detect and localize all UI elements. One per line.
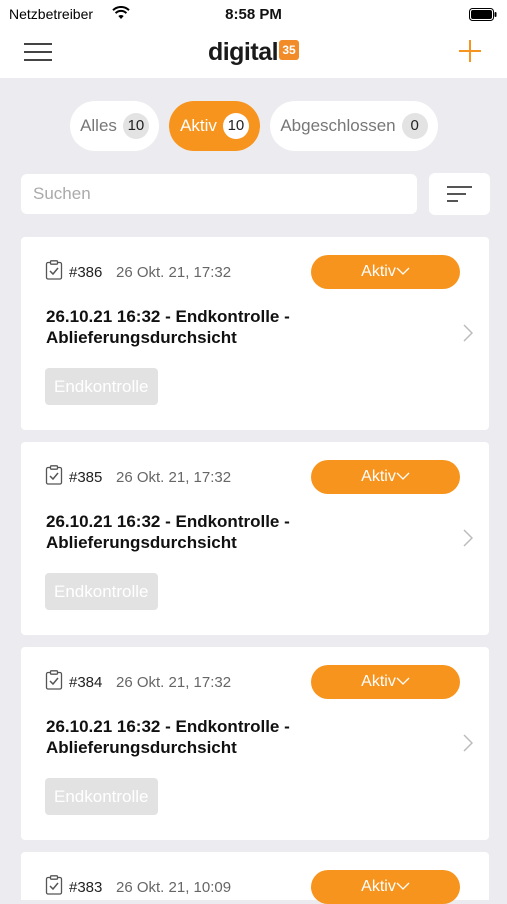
- sort-icon: [447, 186, 472, 202]
- item-number: #385: [69, 469, 103, 486]
- clipboard-check-icon: [45, 465, 63, 490]
- chevron-down-icon: [396, 878, 410, 895]
- list-item[interactable]: #386 26 Okt. 21, 17:32 Aktiv 26.10.21 16…: [21, 237, 489, 430]
- clipboard-check-icon: [45, 260, 63, 285]
- item-date: 26 Okt. 21, 17:32: [116, 264, 232, 281]
- category-tag: Endkontrolle: [45, 778, 158, 815]
- tab-abgeschlossen-count: 0: [401, 113, 428, 139]
- item-number: #384: [69, 674, 103, 691]
- chevron-right-icon: [463, 324, 474, 347]
- sort-button[interactable]: [429, 173, 490, 215]
- item-number: #383: [69, 879, 103, 896]
- item-number: #386: [69, 264, 103, 281]
- category-tag: Endkontrolle: [45, 368, 158, 405]
- tab-alles-count: 10: [122, 113, 149, 139]
- tab-aktiv-count: 10: [222, 113, 249, 139]
- status-dropdown[interactable]: Aktiv: [311, 870, 460, 904]
- tab-alles[interactable]: Alles 10: [70, 101, 159, 151]
- battery-icon: [469, 8, 497, 26]
- clipboard-check-icon: [45, 875, 63, 900]
- status-label: Aktiv: [361, 468, 396, 485]
- category-tag: Endkontrolle: [45, 573, 158, 610]
- search-input[interactable]: [21, 174, 417, 214]
- clipboard-check-icon: [45, 670, 63, 695]
- status-bar: Netzbetreiber 8:58 PM: [0, 0, 507, 28]
- tab-aktiv[interactable]: Aktiv 10: [169, 101, 260, 151]
- list-item[interactable]: #384 26 Okt. 21, 17:32 Aktiv 26.10.21 16…: [21, 647, 489, 840]
- status-dropdown[interactable]: Aktiv: [311, 255, 460, 289]
- list-item[interactable]: #385 26 Okt. 21, 17:32 Aktiv 26.10.21 16…: [21, 442, 489, 635]
- logo-text: digital: [207, 38, 279, 66]
- tab-abgeschlossen-label: Abgeschlossen: [280, 116, 396, 135]
- item-date: 26 Okt. 21, 17:32: [116, 469, 232, 486]
- filter-segments: Alles 10 Aktiv 10 Abgeschlossen 0: [0, 101, 507, 151]
- chevron-right-icon: [463, 734, 474, 757]
- chevron-right-icon: [463, 529, 474, 552]
- tab-alles-label: Alles: [80, 116, 117, 135]
- status-dropdown[interactable]: Aktiv: [311, 460, 460, 494]
- item-date: 26 Okt. 21, 10:09: [116, 879, 232, 896]
- nav-bar: digital 35: [0, 28, 507, 78]
- tab-abgeschlossen[interactable]: Abgeschlossen 0: [270, 101, 438, 151]
- add-icon[interactable]: [455, 36, 485, 66]
- app-logo: digital 35: [0, 38, 507, 68]
- status-label: Aktiv: [361, 878, 396, 895]
- chevron-down-icon: [396, 263, 410, 280]
- status-time: 8:58 PM: [225, 6, 282, 23]
- list-item[interactable]: #383 26 Okt. 21, 10:09 Aktiv: [21, 852, 489, 904]
- item-title: 26.10.21 16:32 - Endkontrolle - Abliefer…: [46, 717, 290, 757]
- logo-badge: 35: [279, 40, 300, 60]
- item-date: 26 Okt. 21, 17:32: [116, 674, 232, 691]
- status-label: Aktiv: [361, 673, 396, 690]
- tab-aktiv-label: Aktiv: [180, 116, 217, 135]
- status-label: Aktiv: [361, 263, 396, 280]
- status-dropdown[interactable]: Aktiv: [311, 665, 460, 699]
- item-title: 26.10.21 16:32 - Endkontrolle - Abliefer…: [46, 512, 290, 552]
- chevron-down-icon: [396, 673, 410, 690]
- item-title: 26.10.21 16:32 - Endkontrolle - Abliefer…: [46, 307, 290, 347]
- chevron-down-icon: [396, 468, 410, 485]
